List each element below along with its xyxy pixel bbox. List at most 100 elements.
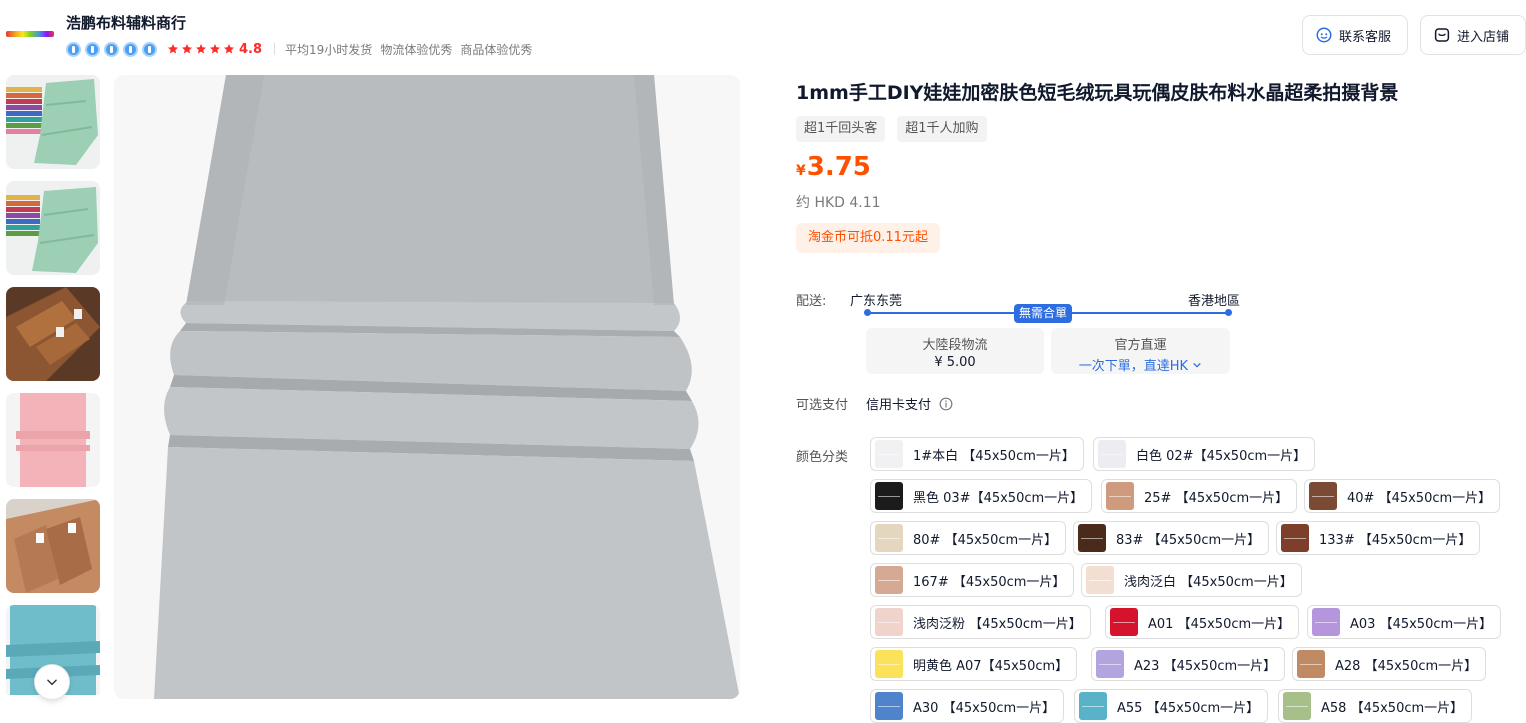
color-swatch <box>875 650 903 678</box>
star-icon <box>196 44 206 54</box>
color-swatch <box>875 566 903 594</box>
color-swatch <box>1281 524 1309 552</box>
main-product-image[interactable] <box>114 75 740 699</box>
divider <box>274 43 276 55</box>
color-option-label: A30 【45x50cm一片】 <box>913 700 1056 716</box>
color-option[interactable]: A28 【45x50cm一片】 <box>1292 647 1487 681</box>
shop-logo[interactable] <box>6 20 54 46</box>
medal-icon <box>123 41 138 57</box>
color-option-label: 25# 【45x50cm一片】 <box>1144 490 1289 506</box>
route-badge: 無需合單 <box>1014 304 1073 323</box>
color-swatch <box>875 608 903 636</box>
color-category-label: 颜色分类 <box>796 450 849 465</box>
color-swatch <box>1297 650 1325 678</box>
ship-to[interactable]: 香港地區 <box>1188 290 1240 309</box>
shop-name[interactable]: 浩鹏布料辅料商行 <box>66 12 186 33</box>
official-direct-desc[interactable]: 一次下單，直達HK <box>1051 355 1230 374</box>
tag-cart-adds: 超1千人加购 <box>897 116 987 142</box>
price-value: 3.75 <box>806 152 871 182</box>
color-option-label: 40# 【45x50cm一片】 <box>1347 490 1492 506</box>
color-option[interactable]: 25# 【45x50cm一片】 <box>1101 479 1298 513</box>
color-option[interactable]: A58 【45x50cm一片】 <box>1278 689 1473 723</box>
official-direct-title: 官方直運 <box>1114 338 1167 353</box>
color-option-label: 浅肉泛白 【45x50cm一片】 <box>1124 574 1293 590</box>
color-option-label: A03 【45x50cm一片】 <box>1350 616 1493 632</box>
mainland-logistics-price: ¥ 5.00 <box>934 355 976 370</box>
color-option-label: 80# 【45x50cm一片】 <box>913 532 1058 548</box>
chat-face-icon <box>1316 27 1332 43</box>
color-option[interactable]: A01 【45x50cm一片】 <box>1105 605 1300 639</box>
color-option-label: 133# 【45x50cm一片】 <box>1319 532 1472 548</box>
color-swatch <box>1086 566 1114 594</box>
medal-icon <box>104 41 119 57</box>
color-option[interactable]: 40# 【45x50cm一片】 <box>1304 479 1501 513</box>
color-option-label: 167# 【45x50cm一片】 <box>913 574 1066 590</box>
star-icon <box>210 44 220 54</box>
color-swatch <box>1312 608 1340 636</box>
tag-repeat-buyers: 超1千回头客 <box>796 116 886 142</box>
chevron-down-icon <box>1193 363 1201 368</box>
color-option[interactable]: 黑色 03#【45x50cm一片】 <box>870 479 1093 513</box>
color-option[interactable]: A55 【45x50cm一片】 <box>1074 689 1269 723</box>
color-option[interactable]: A03 【45x50cm一片】 <box>1307 605 1502 639</box>
color-option[interactable]: 浅肉泛粉 【45x50cm一片】 <box>870 605 1091 639</box>
color-swatch <box>1098 440 1126 468</box>
product-title: 1mm手工DIY娃娃加密肤色短毛绒玩具玩偶皮肤布料水晶超柔拍摄背景 <box>796 82 1399 104</box>
color-option[interactable]: A30 【45x50cm一片】 <box>870 689 1065 723</box>
ship-from: 广东东莞 <box>850 294 903 309</box>
price: ¥ 3.75 <box>796 152 871 182</box>
price-currency: ¥ <box>796 163 806 179</box>
color-option[interactable]: 明黄色 A07【45x50cm】 <box>870 647 1078 681</box>
color-swatch <box>1079 692 1107 720</box>
color-option[interactable]: 167# 【45x50cm一片】 <box>870 563 1075 597</box>
color-swatch <box>1078 524 1106 552</box>
rating-score: 4.8 <box>239 41 263 57</box>
color-option-label: 明黄色 A07【45x50cm】 <box>913 658 1069 674</box>
thumbnail-4[interactable] <box>6 393 100 487</box>
color-option[interactable]: A23 【45x50cm一片】 <box>1091 647 1286 681</box>
shipping-label: 配送: <box>796 294 827 309</box>
medal-icon <box>66 41 81 57</box>
ship-time-stat: 平均19小时发货 <box>285 42 373 57</box>
official-direct-box[interactable]: 官方直運 一次下單，直達HK <box>1051 328 1230 374</box>
contact-service-button[interactable]: 联系客服 <box>1302 15 1408 55</box>
payment-method: 信用卡支付 <box>866 398 932 413</box>
store-icon <box>1434 28 1450 42</box>
color-option[interactable]: 浅肉泛白 【45x50cm一片】 <box>1081 563 1302 597</box>
rating-stars <box>167 43 237 55</box>
thumbnail-1[interactable] <box>6 75 100 169</box>
color-swatch <box>1309 482 1337 510</box>
thumbnail-3[interactable] <box>6 287 100 381</box>
info-icon[interactable] <box>939 397 953 411</box>
color-swatch <box>875 692 903 720</box>
color-option-label: A55 【45x50cm一片】 <box>1117 700 1260 716</box>
color-option-label: 黑色 03#【45x50cm一片】 <box>913 490 1084 506</box>
color-option-label: 浅肉泛粉 【45x50cm一片】 <box>913 616 1082 632</box>
enter-store-label: 进入店铺 <box>1457 29 1510 45</box>
product-stat: 商品体验优秀 <box>460 42 533 57</box>
color-option[interactable]: 83# 【45x50cm一片】 <box>1073 521 1270 555</box>
enter-store-button[interactable]: 进入店铺 <box>1420 15 1526 55</box>
mainland-logistics-title: 大陸段物流 <box>922 338 988 353</box>
coin-offer-badge[interactable]: 淘金币可抵0.11元起 <box>796 223 940 253</box>
medal-icon <box>85 41 100 57</box>
color-option[interactable]: 133# 【45x50cm一片】 <box>1276 521 1481 555</box>
contact-service-label: 联系客服 <box>1339 29 1392 45</box>
official-direct-desc-text: 一次下單，直達HK <box>1078 359 1189 374</box>
star-icon <box>168 44 178 54</box>
payment-label: 可选支付 <box>796 398 849 413</box>
product-tags: 超1千回头客 超1千人加购 <box>796 116 999 142</box>
color-option-label: 1#本白 【45x50cm一片】 <box>913 448 1075 464</box>
thumbnail-5[interactable] <box>6 499 100 593</box>
color-option-label: A23 【45x50cm一片】 <box>1134 658 1277 674</box>
thumbnail-2[interactable] <box>6 181 100 275</box>
color-option[interactable]: 80# 【45x50cm一片】 <box>870 521 1067 555</box>
price-converted: 约 HKD 4.11 <box>796 195 881 211</box>
color-swatch <box>875 524 903 552</box>
route-end-dot <box>1225 309 1232 316</box>
color-option[interactable]: 1#本白 【45x50cm一片】 <box>870 437 1084 471</box>
medal-icon <box>142 41 157 57</box>
thumbnail-scroll-down-button[interactable] <box>34 664 70 700</box>
color-option[interactable]: 白色 02#【45x50cm一片】 <box>1093 437 1316 471</box>
mainland-logistics-box: 大陸段物流 ¥ 5.00 <box>866 328 1044 374</box>
